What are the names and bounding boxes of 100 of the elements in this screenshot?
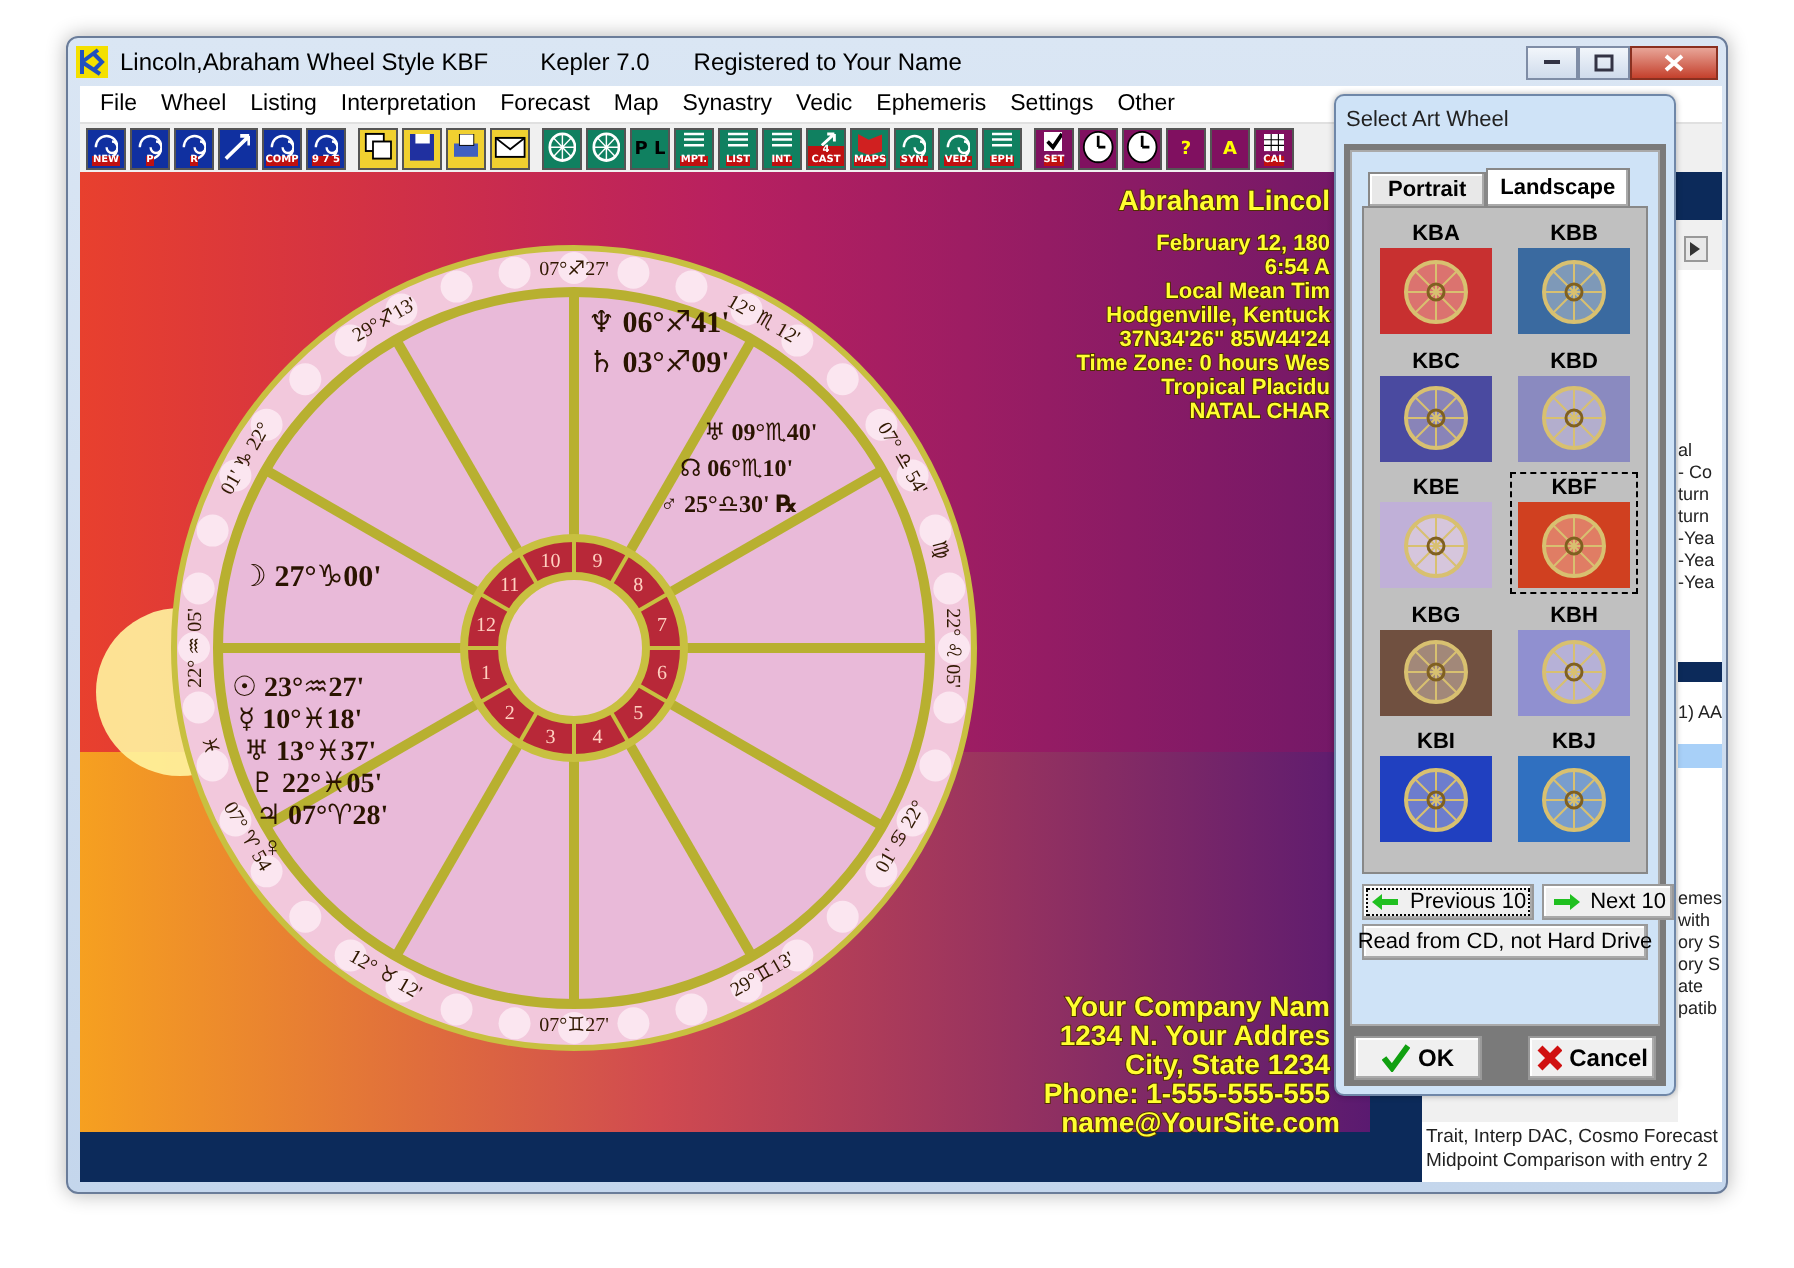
wheel-icon	[547, 132, 577, 164]
list-icon	[771, 132, 793, 148]
list-text: ate	[1677, 976, 1703, 998]
wheel-style-option[interactable]: KBE	[1372, 472, 1500, 594]
next-button[interactable]: Next 10	[1542, 884, 1675, 920]
menu-item[interactable]: File	[88, 92, 150, 116]
clock-icon	[1081, 130, 1115, 166]
menu-item[interactable]: Ephemeris	[864, 92, 999, 116]
scroll-right-button[interactable]	[1683, 236, 1708, 262]
menu-item[interactable]: Vedic	[784, 92, 865, 116]
tab[interactable]: Portrait	[1368, 172, 1487, 206]
wheel-style-option[interactable]: KBJ	[1510, 726, 1638, 848]
menu-item[interactable]: Wheel	[149, 92, 239, 116]
windows-icon	[363, 132, 393, 162]
toolbar-button[interactable]	[542, 127, 582, 169]
close-button[interactable]	[1630, 45, 1718, 79]
planet-position: ☽ 27°♑00'	[240, 562, 382, 594]
toolbar-button[interactable]	[1122, 127, 1162, 169]
house-number: 10	[540, 551, 561, 574]
planet-position: ♅ 13°♓37'	[244, 738, 377, 768]
house-number: 3	[545, 726, 556, 749]
menu-item[interactable]: Settings	[998, 92, 1106, 116]
spiral-icon	[901, 134, 927, 162]
house-number: 5	[633, 703, 644, 726]
spiral-icon	[945, 134, 971, 162]
list-text: Midpoint Comparison with entry 2	[1425, 1150, 1708, 1174]
selected-row-highlight	[1677, 744, 1722, 768]
planet-position: ☉ 23°♒27'	[232, 674, 365, 704]
read-from-cd-button[interactable]: Read from CD, not Hard Drive	[1362, 924, 1648, 960]
wheel-style-option[interactable]: KBD	[1510, 345, 1638, 467]
wheel-style-option[interactable]: KBI	[1372, 726, 1500, 848]
menu-item[interactable]: Forecast	[488, 92, 602, 116]
cusp-label: 22° ♒ 05'	[185, 608, 207, 688]
cusp-label: 01' ♋ 22°	[871, 797, 931, 877]
maximize-icon	[1594, 53, 1614, 71]
list-text: -Yea	[1677, 528, 1715, 550]
maximize-button[interactable]	[1578, 45, 1630, 79]
chart-info-text: 6:54 A	[1264, 256, 1330, 280]
list-text: 1) AA	[1677, 702, 1722, 724]
cusp-label: 22° ♌ 05'	[941, 608, 963, 688]
cusp-label: 07°♐27'	[539, 259, 609, 281]
house-number: 2	[504, 703, 515, 726]
chart-info-text: Time Zone: 0 hours Wes	[1076, 352, 1330, 376]
toolbar-button[interactable]	[402, 127, 442, 169]
cusp-label: 12° ♉ 12'	[345, 945, 425, 1005]
chart-info-text: Tropical Placidu	[1161, 376, 1330, 400]
chart-info-text: Local Mean Tim	[1165, 280, 1330, 304]
minimize-button[interactable]	[1526, 45, 1578, 79]
wheel-icon	[591, 132, 621, 164]
toolbar-button[interactable]: ?	[1166, 127, 1206, 169]
menu-item[interactable]: Listing	[238, 92, 329, 116]
toolbar-button[interactable]	[358, 127, 398, 169]
clock-icon	[1125, 130, 1159, 166]
list-text: al	[1677, 440, 1692, 462]
wheel-style-option[interactable]: KBB	[1510, 218, 1638, 340]
spiral-icon	[313, 134, 339, 162]
registration-text: Registered to Your Name	[693, 48, 962, 76]
previous-button[interactable]: Previous 10	[1362, 884, 1535, 920]
printer-icon	[453, 134, 479, 158]
wheel-style-option[interactable]: KBG	[1372, 599, 1500, 721]
list-icon	[991, 132, 1013, 148]
toolbar-button[interactable]	[490, 127, 530, 169]
spiral-icon	[93, 134, 119, 162]
wheel-style-option[interactable]: KBA	[1372, 218, 1500, 340]
toolbar-button[interactable]: A	[1210, 127, 1250, 169]
spiral-icon	[181, 134, 207, 162]
house-number: 12	[476, 615, 497, 638]
arrow-icon	[223, 134, 251, 162]
wheel-style-option[interactable]: KBH	[1510, 599, 1638, 721]
menu-item[interactable]: Map	[601, 92, 671, 116]
toolbar-button[interactable]	[446, 127, 486, 169]
x-icon	[1536, 1044, 1562, 1072]
tab[interactable]: Landscape	[1486, 168, 1630, 206]
wheel-style-option[interactable]: KBC	[1372, 345, 1500, 467]
menu-item[interactable]: Interpretation	[328, 92, 489, 116]
chart-info-text: name@YourSite.com	[1061, 1106, 1340, 1138]
wheel-style-option[interactable]: KBF	[1510, 472, 1638, 594]
cancel-button[interactable]: Cancel	[1528, 1036, 1656, 1080]
toolbar-button[interactable]: P L	[630, 127, 670, 169]
house-number: 4	[592, 726, 603, 749]
house-number: 9	[592, 551, 603, 574]
chart-info-text: 1234 N. Your Addres	[1059, 1019, 1330, 1051]
sign-glyph: ♍	[926, 538, 953, 562]
toolbar-button[interactable]	[586, 127, 626, 169]
checkmark-icon	[1382, 1044, 1410, 1072]
dialog-title: Select Art Wheel	[1344, 106, 1511, 136]
house-number: 6	[656, 662, 667, 685]
list-text: emes	[1677, 888, 1722, 910]
chart-info-text: NATAL CHAR	[1189, 400, 1330, 424]
planet-position: ☊ 06°♏10'	[680, 454, 794, 482]
list-header-bar	[1677, 662, 1722, 682]
toolbar-button[interactable]	[1078, 127, 1118, 169]
menu-item[interactable]: Synastry	[670, 92, 785, 116]
house-number: 11	[500, 574, 520, 597]
envelope-icon	[493, 136, 527, 160]
panel-header-bar	[1675, 172, 1722, 220]
window-title: Lincoln,Abraham Wheel Style KBF	[120, 48, 489, 76]
menu-item[interactable]: Other	[1105, 92, 1187, 116]
toolbar-button[interactable]	[218, 127, 258, 169]
ok-button[interactable]: OK	[1354, 1036, 1482, 1080]
